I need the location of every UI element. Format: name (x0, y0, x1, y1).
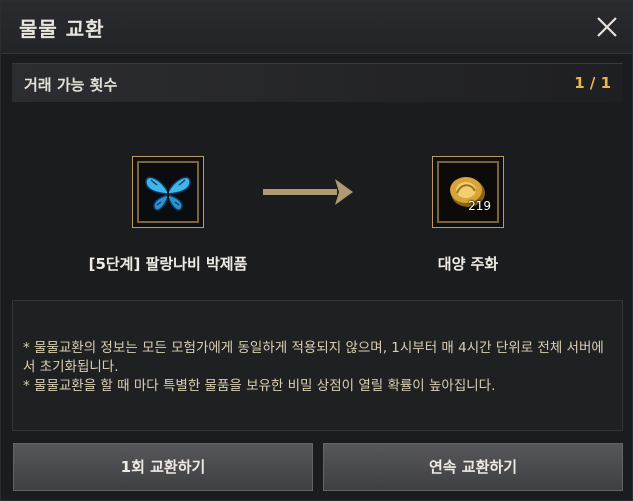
dialog-title: 물물 교환 (19, 17, 105, 41)
trade-limit-count: 1 / 1 (574, 74, 611, 92)
give-item-frame (137, 161, 199, 223)
give-item-slot[interactable] (132, 156, 204, 228)
trade-limit-bar: 거래 가능 횟수 1 / 1 (12, 63, 623, 102)
title-bar: 물물 교환 (1, 1, 632, 54)
give-item-name: [5단계] 팔랑나비 박제품 (88, 255, 248, 273)
receive-item-quantity: 219 (468, 199, 491, 213)
trade-limit-label: 거래 가능 횟수 (24, 76, 118, 94)
receive-item-slot[interactable]: 219 (432, 156, 504, 228)
butterfly-icon (139, 163, 197, 221)
barter-dialog: 물물 교환 거래 가능 횟수 1 / 1 219 [5단계] 팔랑나비 박제품 … (0, 0, 633, 501)
close-icon[interactable] (595, 15, 619, 39)
exchange-arrow-icon (263, 179, 353, 205)
exchange-once-button[interactable]: 1회 교환하기 (13, 443, 313, 491)
notice-box: * 물물교환의 정보는 모든 모험가에게 동일하게 적용되지 않으며, 1시부터… (12, 300, 623, 431)
receive-item-frame: 219 (437, 161, 499, 223)
exchange-continuous-button[interactable]: 연속 교환하기 (323, 443, 623, 491)
notice-line: * 물물교환의 정보는 모든 모험가에게 동일하게 적용되지 않으며, 1시부터… (23, 340, 604, 375)
notice-line: * 물물교환을 할 때 마다 특별한 물품을 보유한 비밀 상점이 열릴 확률이… (23, 378, 496, 394)
receive-item-name: 대양 주화 (437, 255, 499, 273)
